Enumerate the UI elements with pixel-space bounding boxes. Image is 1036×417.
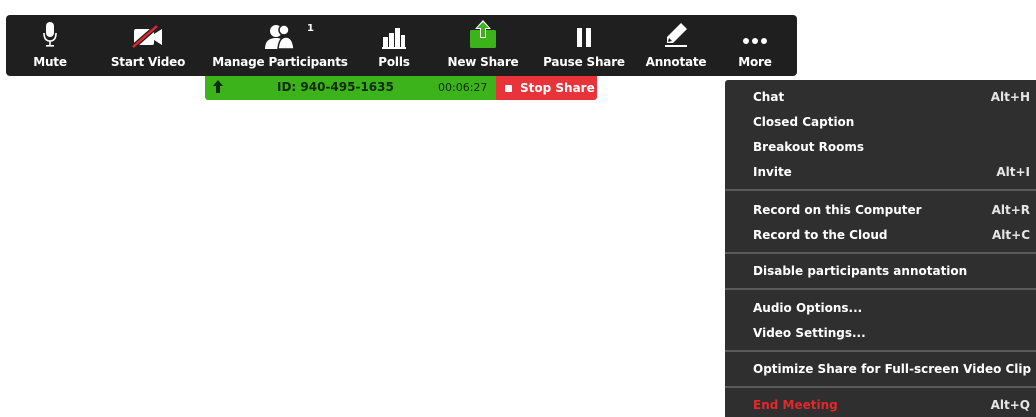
- menu-divider: [725, 252, 1036, 254]
- stop-share-button[interactable]: Stop Share: [496, 76, 597, 100]
- more-dots-icon: [741, 15, 769, 49]
- poll-chart-icon: [381, 15, 407, 49]
- menu-divider: [725, 350, 1036, 352]
- pause-icon: [574, 15, 594, 49]
- menu-item-record-cloud[interactable]: Record to the Cloud Alt+C: [725, 223, 1036, 247]
- start-video-label: Start Video: [110, 55, 186, 69]
- share-info-panel[interactable]: ID: 940-495-1635 00:06:27: [205, 76, 496, 100]
- menu-item-optimize-share[interactable]: Optimize Share for Full-screen Video Cli…: [725, 357, 1036, 381]
- more-menu: Chat Alt+H Closed Caption Breakout Rooms…: [725, 80, 1036, 417]
- share-screen-icon: [468, 15, 498, 49]
- menu-item-label: Optimize Share for Full-screen Video Cli…: [753, 362, 1032, 376]
- menu-item-breakout-rooms[interactable]: Breakout Rooms: [725, 135, 1036, 159]
- menu-item-chat[interactable]: Chat Alt+H: [725, 85, 1036, 109]
- menu-item-label: Disable participants annotation: [753, 264, 968, 278]
- menu-item-audio-options[interactable]: Audio Options...: [725, 296, 1036, 320]
- more-button[interactable]: More: [728, 15, 782, 76]
- menu-item-label: Record on this Computer: [753, 203, 922, 217]
- manage-participants-label: Manage Participants: [212, 55, 348, 69]
- annotate-label: Annotate: [645, 55, 707, 69]
- menu-item-label: Breakout Rooms: [753, 140, 865, 154]
- stop-icon: [505, 84, 512, 92]
- menu-item-label: Closed Caption: [753, 115, 855, 129]
- menu-item-label: Record to the Cloud: [753, 228, 888, 242]
- menu-item-shortcut: Alt+H: [990, 90, 1030, 104]
- polls-button[interactable]: Polls: [367, 15, 421, 76]
- menu-item-shortcut: Alt+Q: [990, 398, 1030, 412]
- microphone-icon: [42, 15, 58, 49]
- meeting-id: ID: 940-495-1635: [277, 80, 394, 94]
- menu-item-shortcut: Alt+C: [992, 228, 1030, 242]
- menu-item-shortcut: Alt+R: [991, 203, 1030, 217]
- menu-item-label: Video Settings...: [753, 326, 866, 340]
- manage-participants-button[interactable]: 1 Manage Participants: [210, 15, 350, 76]
- share-timer: 00:06:27: [438, 81, 488, 94]
- menu-item-record-computer[interactable]: Record on this Computer Alt+R: [725, 198, 1036, 222]
- menu-item-disable-annotation[interactable]: Disable participants annotation: [725, 259, 1036, 283]
- menu-item-label: Audio Options...: [753, 301, 863, 315]
- new-share-label: New Share: [447, 55, 519, 69]
- share-arrow-icon: [213, 80, 223, 97]
- new-share-button[interactable]: New Share: [442, 15, 524, 76]
- menu-item-shortcut: Alt+I: [996, 165, 1030, 179]
- pause-share-button[interactable]: Pause Share: [542, 15, 626, 76]
- menu-item-closed-caption[interactable]: Closed Caption: [725, 110, 1036, 134]
- pencil-icon: [662, 15, 690, 49]
- meeting-screen: Mute Start Video 1 Manage Participants P…: [0, 0, 1036, 417]
- mute-button[interactable]: Mute: [6, 15, 94, 76]
- start-video-button[interactable]: Start Video: [103, 15, 193, 76]
- menu-item-end-meeting[interactable]: End Meeting Alt+Q: [725, 393, 1036, 417]
- menu-item-invite[interactable]: Invite Alt+I: [725, 160, 1036, 184]
- menu-divider: [725, 386, 1036, 388]
- menu-item-label: Invite: [753, 165, 792, 179]
- menu-item-video-settings[interactable]: Video Settings...: [725, 321, 1036, 345]
- mute-label: Mute: [33, 55, 67, 69]
- polls-label: Polls: [378, 55, 410, 69]
- participants-count-badge: 1: [307, 23, 314, 34]
- menu-item-label: End Meeting: [753, 398, 838, 412]
- more-label: More: [738, 55, 772, 69]
- video-off-icon: [131, 15, 165, 49]
- menu-item-label: Chat: [753, 90, 785, 104]
- menu-divider: [725, 189, 1036, 191]
- menu-divider: [725, 288, 1036, 290]
- share-status-bar: ID: 940-495-1635 00:06:27 Stop Share: [205, 76, 597, 100]
- participants-icon: [263, 15, 297, 49]
- annotate-button[interactable]: Annotate: [643, 15, 709, 76]
- stop-share-label: Stop Share: [520, 81, 595, 95]
- meeting-toolbar: Mute Start Video 1 Manage Participants P…: [6, 15, 797, 76]
- pause-share-label: Pause Share: [543, 55, 625, 69]
